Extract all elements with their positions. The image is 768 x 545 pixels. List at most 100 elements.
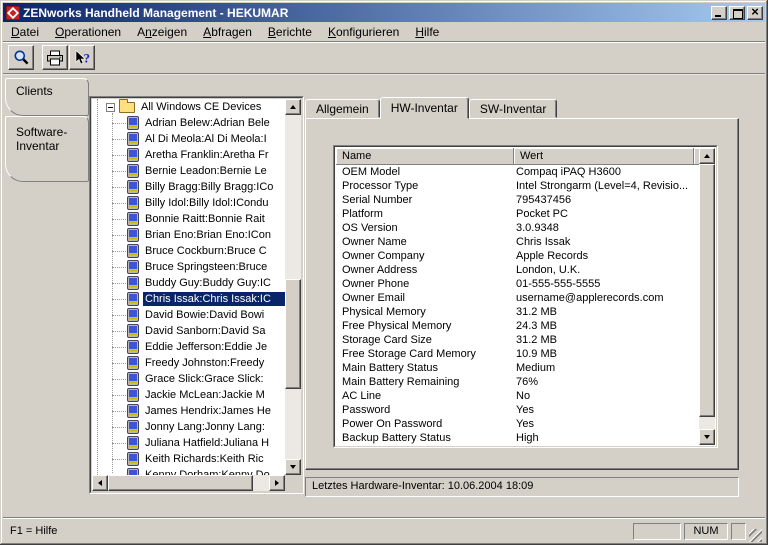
hw-table-row[interactable]: Owner AddressLondon, U.K. [336,263,699,277]
menu-konfigurieren[interactable]: Konfigurieren [320,24,407,40]
hw-table-row[interactable]: Owner CompanyApple Records [336,249,699,263]
collapse-icon[interactable] [106,103,115,112]
resize-grip[interactable] [749,529,762,542]
hw-table-row[interactable]: Owner NameChris Issak [336,235,699,249]
handheld-device-icon [127,404,139,418]
column-header-wert[interactable]: Wert [514,148,694,165]
hw-table-row[interactable]: Processor TypeIntel Strongarm (Level=4, … [336,179,699,193]
table-vertical-scrollbar[interactable] [699,148,715,445]
print-button[interactable] [42,45,68,70]
maximize-button[interactable] [729,6,745,20]
hw-table-row[interactable]: Storage Card Size31.2 MB [336,333,699,347]
tree-item-device[interactable]: Jonny Lang:Jonny Lang: [92,419,285,435]
minimize-button[interactable] [711,6,727,20]
hw-table-row[interactable]: Free Physical Memory24.3 MB [336,319,699,333]
tab-allgemein[interactable]: Allgemein [305,99,380,118]
hw-property-name: Main Battery Remaining [336,375,508,389]
menu-abfragen[interactable]: Abfragen [195,24,260,40]
title-bar[interactable]: ZENworks Handheld Management - HEKUMAR [3,3,765,22]
scroll-left-button[interactable] [92,475,108,491]
tree-item-label: Kenny Dorham:Kenny Do [143,468,285,475]
menu-berichte[interactable]: Berichte [260,24,320,40]
column-header-name[interactable]: Name [336,148,514,165]
device-tree-panel: All Windows CE DevicesAdrian Belew:Adria… [89,96,304,494]
tree-item-device[interactable]: Adrian Belew:Adrian Bele [92,115,285,131]
table-vscroll-thumb[interactable] [699,164,715,417]
last-inventory-status: Letztes Hardware-Inventar: 10.06.2004 18… [305,477,739,497]
tree-hscroll-thumb[interactable] [108,475,253,491]
arrow-up-icon [290,102,296,109]
scroll-right-button[interactable] [269,475,285,491]
hw-table-row[interactable]: AC LineNo [336,389,699,403]
tree-item-device[interactable]: Aretha Franklin:Aretha Fr [92,147,285,163]
hw-inventory-table: Name Wert OEM ModelCompaq iPAQ H3600Proc… [333,145,718,448]
tab-sw-inventar[interactable]: SW-Inventar [469,99,557,118]
tree-item-device[interactable]: Grace Slick:Grace Slick: [92,371,285,387]
hw-table-row[interactable]: PlatformPocket PC [336,207,699,221]
tree-item-device[interactable]: David Bowie:David Bowi [92,307,285,323]
tree-item-device[interactable]: Eddie Jefferson:Eddie Je [92,339,285,355]
app-icon [6,6,20,20]
hw-table-row[interactable]: Owner Phone01-555-555-5555 [336,277,699,291]
hw-table-row[interactable]: OEM ModelCompaq iPAQ H3600 [336,165,699,179]
tree-vertical-scrollbar[interactable] [285,99,301,475]
scroll-down-button[interactable] [285,459,301,475]
close-button[interactable] [747,6,763,20]
hw-table-row[interactable]: Power On PasswordYes [336,417,699,431]
tree-item-device[interactable]: Bruce Cockburn:Bruce C [92,243,285,259]
tree-item-device[interactable]: Keith Richards:Keith Ric [92,451,285,467]
hw-table-row[interactable]: Backup Battery StatusHigh [336,431,699,445]
tree-vscroll-thumb[interactable] [285,279,301,389]
tree-item-device[interactable]: James Hendrix:James He [92,403,285,419]
tree-item-device[interactable]: Billy Idol:Billy Idol:ICondu [92,195,285,211]
tree-item-device[interactable]: Bernie Leadon:Bernie Le [92,163,285,179]
menu-anzeigen[interactable]: Anzeigen [129,24,195,40]
tree-item-device[interactable]: Billy Bragg:Billy Bragg:ICo [92,179,285,195]
handheld-device-icon [127,260,139,274]
tree-root-all-windows-ce-devices[interactable]: All Windows CE Devices [92,99,285,115]
tree-item-device[interactable]: Brian Eno:Brian Eno:ICon [92,227,285,243]
tree-item-device[interactable]: Al Di Meola:Al Di Meola:I [92,131,285,147]
hw-table-row[interactable]: Owner Emailusername@applerecords.com [336,291,699,305]
tree-item-device[interactable]: Jackie McLean:Jackie M [92,387,285,403]
tree-item-label: Keith Richards:Keith Ric [143,452,285,466]
menu-hilfe[interactable]: Hilfe [407,24,447,40]
tree-item-device[interactable]: Buddy Guy:Buddy Guy:IC [92,275,285,291]
hw-table-row[interactable]: PasswordYes [336,403,699,417]
tree-item-device[interactable]: Bruce Springsteen:Bruce [92,259,285,275]
tree-item-label: Billy Idol:Billy Idol:ICondu [143,196,285,210]
window-title: ZENworks Handheld Management - HEKUMAR [23,6,709,20]
left-tab-clients[interactable]: Clients [5,78,89,116]
arrow-up-icon [704,151,710,158]
tree-item-device[interactable]: David Sanborn:David Sa [92,323,285,339]
tree-item-device[interactable]: Bonnie Raitt:Bonnie Rait [92,211,285,227]
hw-property-name: Free Physical Memory [336,319,508,333]
hw-table-row[interactable]: Free Storage Card Memory10.9 MB [336,347,699,361]
hw-property-name: Power On Password [336,417,508,431]
handheld-device-icon [127,244,139,258]
tree-item-device[interactable]: Kenny Dorham:Kenny Do [92,467,285,475]
tree-item-label: Adrian Belew:Adrian Bele [143,116,285,130]
hw-table-row[interactable]: Main Battery Remaining76% [336,375,699,389]
hw-property-value: 24.3 MB [508,319,699,333]
context-help-button[interactable]: ? [69,45,95,70]
tab-hw-inventar[interactable]: HW-Inventar [380,97,469,119]
hw-table-row[interactable]: Main Battery StatusMedium [336,361,699,375]
left-tab-software-inventar[interactable]: Software-Inventar [5,116,89,182]
handheld-device-icon [127,228,139,242]
hw-property-value: 01-555-555-5555 [508,277,699,291]
hw-table-row[interactable]: Physical Memory31.2 MB [336,305,699,319]
hw-property-value: London, U.K. [508,263,699,277]
scroll-up-button[interactable] [699,148,715,164]
hw-table-row[interactable]: Serial Number795437456 [336,193,699,207]
scroll-up-button[interactable] [285,99,301,115]
hw-table-row[interactable]: OS Version3.0.9348 [336,221,699,235]
tree-item-device[interactable]: Juliana Hatfield:Juliana H [92,435,285,451]
tree-horizontal-scrollbar[interactable] [92,475,285,491]
menu-datei[interactable]: Datei [3,24,47,40]
tree-item-device[interactable]: Chris Issak:Chris Issak:IC [92,291,285,307]
menu-operationen[interactable]: Operationen [47,24,129,40]
scroll-down-button[interactable] [699,429,715,445]
tree-item-device[interactable]: Freedy Johnston:Freedy [92,355,285,371]
search-button[interactable] [8,45,34,70]
